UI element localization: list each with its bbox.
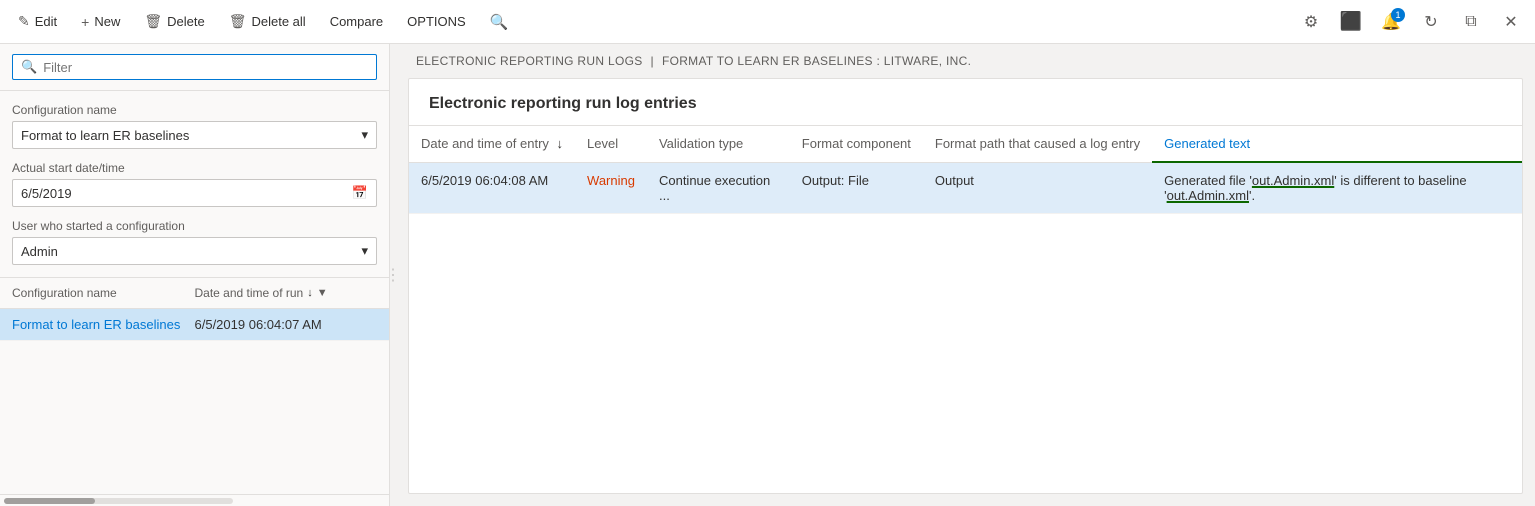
- resize-handle[interactable]: ⋮: [390, 44, 396, 506]
- filter-input-wrap: 🔍: [12, 54, 377, 80]
- row-date-time: 6/5/2019 06:04:07 AM: [195, 317, 378, 332]
- actual-date-label: Actual start date/time: [12, 161, 377, 175]
- main-layout: 🔍 Configuration name Format to learn ER …: [0, 44, 1535, 506]
- new-button[interactable]: + New: [71, 8, 130, 36]
- config-name-chevron-icon: ▾: [361, 127, 368, 143]
- maximize-button[interactable]: ⧉: [1455, 6, 1487, 38]
- user-chevron-icon: ▾: [361, 243, 368, 259]
- right-panel: ELECTRONIC REPORTING RUN LOGS | FORMAT T…: [396, 44, 1535, 506]
- filter-funnel-icon[interactable]: ▼: [317, 287, 328, 299]
- log-table-header-row: Date and time of entry ↓ Level Validatio…: [409, 126, 1522, 162]
- notification-btn-wrap: 🔔 1: [1375, 6, 1407, 38]
- edit-button[interactable]: ✎ Edit: [8, 7, 67, 36]
- left-col-name-header: Configuration name: [12, 286, 195, 300]
- user-field: User who started a configuration Admin ▾: [12, 219, 377, 265]
- generated-text-suffix: '.: [1249, 188, 1255, 203]
- close-button[interactable]: ✕: [1495, 6, 1527, 38]
- log-table-row[interactable]: 6/5/2019 06:04:08 AM Warning Continue ex…: [409, 162, 1522, 214]
- notification-badge-count: 1: [1391, 8, 1405, 22]
- scroll-track: [4, 498, 233, 504]
- refresh-button[interactable]: ↻: [1415, 6, 1447, 38]
- user-label: User who started a configuration: [12, 219, 377, 233]
- user-value: Admin: [21, 244, 58, 259]
- cell-level: Warning: [575, 162, 647, 214]
- filter-box: 🔍: [0, 44, 389, 91]
- col-level-header: Level: [575, 126, 647, 162]
- generated-text-prefix: Generated file ': [1164, 173, 1252, 188]
- left-table-header: Configuration name Date and time of run …: [0, 278, 389, 309]
- breadcrumb-part2: FORMAT TO LEARN ER BASELINES : LITWARE, …: [662, 54, 971, 68]
- generated-text-link1[interactable]: out.Admin.xml: [1252, 173, 1334, 188]
- settings-icon: ⚙: [1304, 12, 1318, 32]
- left-table-area: Configuration name Date and time of run …: [0, 278, 389, 494]
- breadcrumb-separator: |: [651, 54, 654, 68]
- generated-text-link2[interactable]: out.Admin.xml: [1167, 188, 1249, 203]
- calendar-icon[interactable]: 📅: [352, 185, 368, 201]
- user-select[interactable]: Admin ▾: [12, 237, 377, 265]
- actual-date-field: Actual start date/time 📅: [12, 161, 377, 207]
- cell-generated-text: Generated file 'out.Admin.xml' is differ…: [1152, 162, 1522, 214]
- filter-search-icon: 🔍: [21, 59, 37, 75]
- left-panel-scrollbar[interactable]: [0, 494, 389, 506]
- card-title: Electronic reporting run log entries: [409, 79, 1522, 126]
- edit-icon: ✎: [18, 13, 30, 30]
- filter-fields: Configuration name Format to learn ER ba…: [0, 91, 389, 278]
- toolbar-right-icons: ⚙ ⬛ 🔔 1 ↻ ⧉ ✕: [1295, 6, 1527, 38]
- cell-validation-type: Continue execution ...: [647, 162, 790, 214]
- breadcrumb-part1: ELECTRONIC REPORTING RUN LOGS: [416, 54, 643, 68]
- col-generated-text-header: Generated text: [1152, 126, 1522, 162]
- content-card: Electronic reporting run log entries Dat…: [408, 78, 1523, 494]
- col-date-time-header: Date and time of entry ↓: [409, 126, 575, 162]
- col-validation-header: Validation type: [647, 126, 790, 162]
- config-name-select[interactable]: Format to learn ER baselines ▾: [12, 121, 377, 149]
- warning-badge: Warning: [587, 173, 635, 188]
- config-name-label: Configuration name: [12, 103, 377, 117]
- settings-icon-btn[interactable]: ⚙: [1295, 6, 1327, 38]
- search-toolbar-button[interactable]: 🔍: [480, 7, 519, 37]
- office-icon-btn[interactable]: ⬛: [1335, 6, 1367, 38]
- breadcrumb: ELECTRONIC REPORTING RUN LOGS | FORMAT T…: [396, 44, 1535, 78]
- left-col-date-header: Date and time of run ↓ ▼: [195, 286, 378, 300]
- date-input[interactable]: [21, 186, 352, 201]
- filter-input[interactable]: [43, 60, 368, 75]
- new-icon: +: [81, 14, 89, 30]
- refresh-icon: ↻: [1424, 12, 1437, 32]
- cell-date-time: 6/5/2019 06:04:08 AM: [409, 162, 575, 214]
- col-format-path-header: Format path that caused a log entry: [923, 126, 1152, 162]
- left-panel: 🔍 Configuration name Format to learn ER …: [0, 44, 390, 506]
- col-format-component-header: Format component: [790, 126, 923, 162]
- date-input-wrap: 📅: [12, 179, 377, 207]
- cell-format-component: Output: File: [790, 162, 923, 214]
- maximize-icon: ⧉: [1465, 13, 1476, 31]
- row-config-name: Format to learn ER baselines: [12, 317, 195, 332]
- delete-all-icon: 🗑: [229, 13, 247, 30]
- compare-button[interactable]: Compare: [320, 8, 393, 35]
- log-table: Date and time of entry ↓ Level Validatio…: [409, 126, 1522, 493]
- delete-icon: 🗑: [144, 13, 162, 30]
- cell-format-path: Output: [923, 162, 1152, 214]
- left-table-row[interactable]: Format to learn ER baselines 6/5/2019 06…: [0, 309, 389, 341]
- options-button[interactable]: OPTIONS: [397, 8, 476, 35]
- scroll-thumb: [4, 498, 95, 504]
- toolbar: ✎ Edit + New 🗑 Delete 🗑 Delete all Compa…: [0, 0, 1535, 44]
- close-icon: ✕: [1504, 12, 1517, 32]
- delete-all-button[interactable]: 🗑 Delete all: [219, 7, 316, 36]
- office-icon: ⬛: [1340, 11, 1362, 32]
- sort-down-icon[interactable]: ↓: [307, 287, 313, 299]
- config-name-field: Configuration name Format to learn ER ba…: [12, 103, 377, 149]
- col-sort-icon[interactable]: ↓: [557, 136, 564, 151]
- delete-button[interactable]: 🗑 Delete: [134, 7, 214, 36]
- search-toolbar-icon: 🔍: [490, 13, 509, 31]
- config-name-value: Format to learn ER baselines: [21, 128, 189, 143]
